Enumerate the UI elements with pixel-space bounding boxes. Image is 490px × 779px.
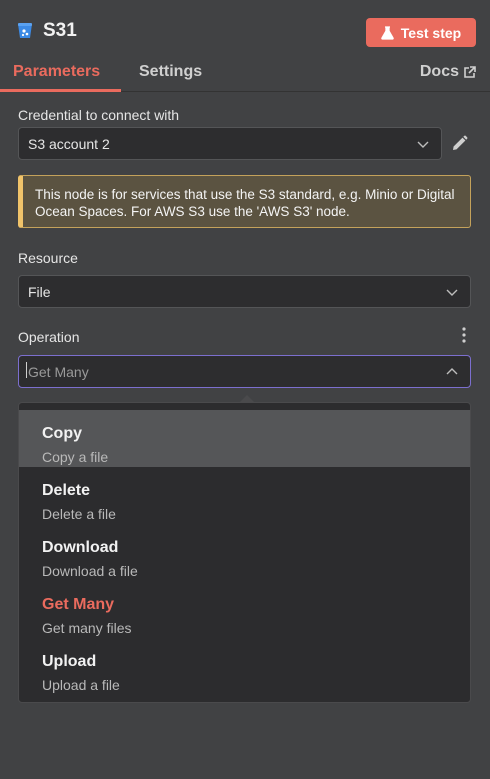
- option-delete[interactable]: Delete Delete a file: [19, 467, 470, 524]
- operation-select[interactable]: Get Many: [18, 355, 471, 388]
- test-step-label: Test step: [400, 24, 462, 41]
- more-options-icon[interactable]: [461, 327, 467, 343]
- operation-placeholder: Get Many: [28, 363, 89, 380]
- node-header: S31 Test step Parameters Settings Docs: [0, 0, 490, 92]
- credential-label: Credential to connect with: [18, 107, 180, 123]
- option-upload[interactable]: Upload Upload a file: [19, 638, 470, 695]
- chevron-up-icon: [446, 368, 458, 375]
- option-title: Copy: [42, 425, 82, 442]
- credential-value: S3 account 2: [28, 135, 110, 152]
- edit-credential-icon[interactable]: [451, 135, 468, 152]
- option-get-many[interactable]: Get Many Get many files: [19, 581, 470, 638]
- node-title: S31: [43, 20, 77, 41]
- option-title: Upload: [42, 653, 97, 670]
- tab-settings[interactable]: Settings: [139, 63, 202, 81]
- option-download[interactable]: Download Download a file: [19, 524, 470, 581]
- chevron-down-icon: [446, 289, 458, 296]
- credential-select[interactable]: S3 account 2: [18, 127, 442, 160]
- operation-dropdown: Copy Copy a file Delete Delete a file Do…: [18, 402, 471, 703]
- option-description: Download a file: [42, 563, 138, 579]
- option-title: Get Many: [42, 596, 115, 613]
- option-description: Copy a file: [42, 449, 109, 465]
- test-step-button[interactable]: Test step: [366, 18, 476, 47]
- s3-standard-notice: This node is for services that use the S…: [18, 175, 471, 228]
- option-description: Delete a file: [42, 506, 116, 522]
- external-link-icon: [464, 65, 476, 78]
- flask-icon: [381, 25, 394, 40]
- s3-bucket-icon: [18, 23, 32, 38]
- resource-select[interactable]: File: [18, 275, 471, 308]
- option-copy[interactable]: Copy Copy a file: [19, 410, 470, 467]
- text-cursor: [26, 362, 27, 378]
- docs-link[interactable]: Docs: [420, 63, 476, 81]
- tab-parameters[interactable]: Parameters: [13, 63, 100, 81]
- docs-label: Docs: [419, 63, 459, 80]
- tab-bar: Parameters Settings Docs: [0, 56, 490, 92]
- operation-label: Operation: [18, 329, 80, 345]
- option-description: Upload a file: [42, 677, 120, 693]
- resource-label: Resource: [18, 250, 78, 266]
- option-title: Delete: [42, 482, 91, 499]
- chevron-down-icon: [417, 141, 429, 148]
- resource-value: File: [28, 283, 51, 300]
- dropdown-pointer: [240, 395, 254, 402]
- option-description: Get many files: [42, 620, 132, 636]
- option-title: Download: [42, 539, 119, 556]
